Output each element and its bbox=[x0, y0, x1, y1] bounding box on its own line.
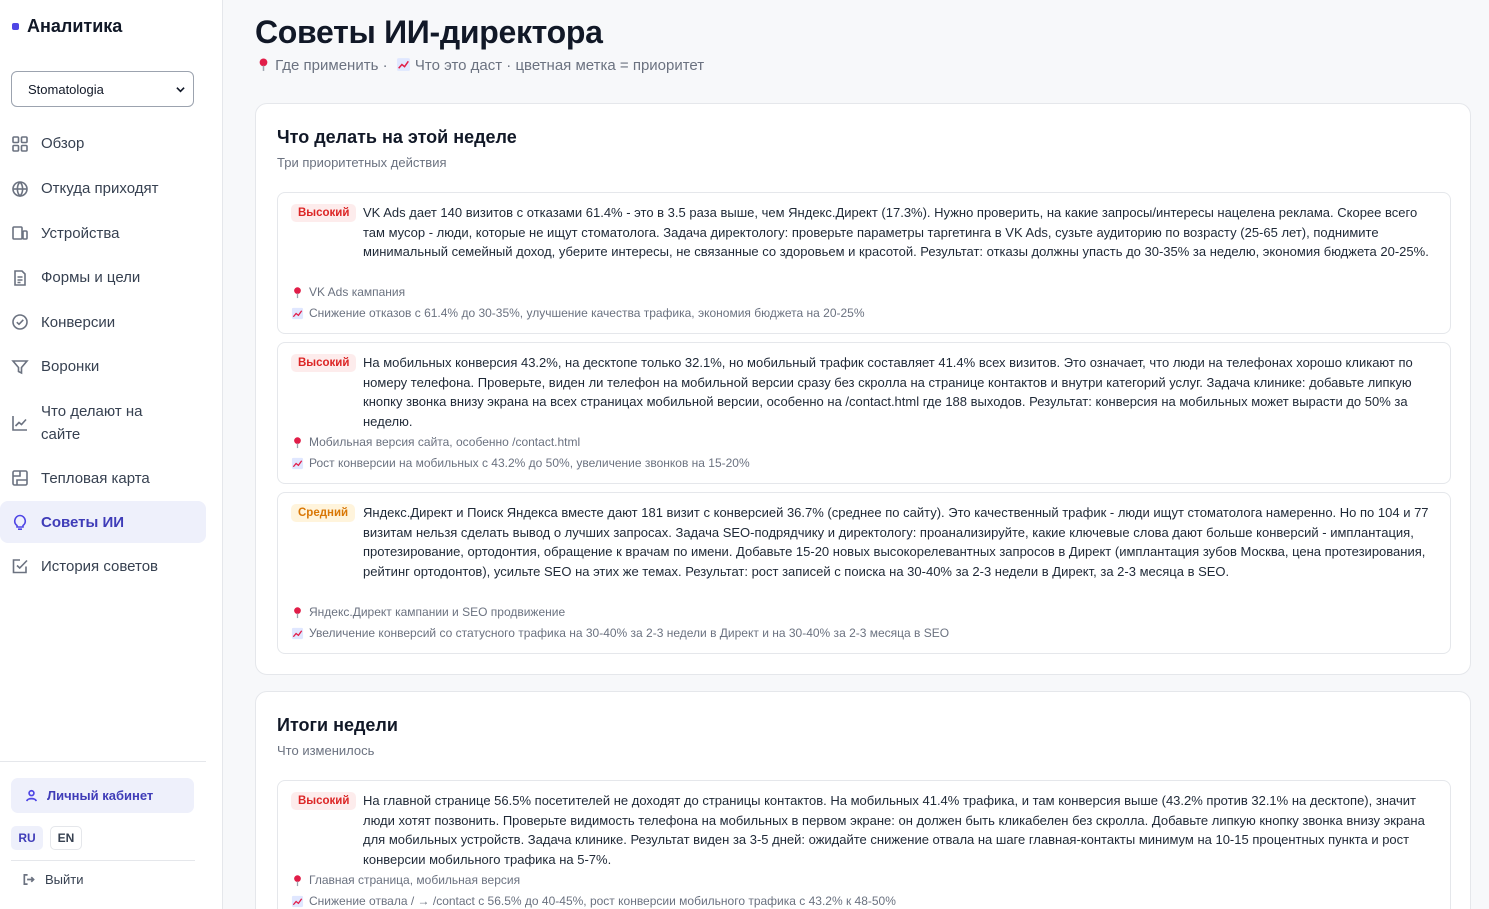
advice-where: Мобильная версия сайта, особенно /contac… bbox=[291, 435, 580, 449]
advice-item: Высокий VK Ads дает 140 визитов с отказа… bbox=[277, 192, 1451, 334]
pin-icon bbox=[259, 58, 268, 71]
page-title: Советы ИИ-директора bbox=[255, 14, 603, 50]
advice-where-text: Главная страница, мобильная версия bbox=[309, 873, 521, 887]
advice-text: На главной странице 56.5% посетителей не… bbox=[363, 793, 1425, 867]
chevron-down-icon bbox=[176, 86, 185, 92]
sidebar-item-label: Конверсии bbox=[41, 313, 116, 331]
brand-dot-icon bbox=[12, 22, 19, 30]
advice-effect: Увеличение конверсий со статусного трафи… bbox=[291, 626, 949, 640]
project-select-value: Stomatologia bbox=[28, 81, 104, 97]
personal-cabinet-button[interactable]: Личный кабинет bbox=[11, 778, 194, 813]
priority-badge: Высокий bbox=[291, 204, 357, 222]
advice-item: Средний Яндекс.Директ и Поиск Яндекса вм… bbox=[277, 492, 1451, 654]
funnel-icon bbox=[11, 358, 29, 376]
pin-icon bbox=[294, 606, 301, 618]
project-select[interactable]: Stomatologia bbox=[11, 71, 194, 107]
trend-chart-icon bbox=[291, 895, 304, 907]
logout-label: Выйти bbox=[45, 871, 84, 887]
advice-effect-text: Снижение отказов с 61.4% до 30-35%, улуч… bbox=[309, 306, 865, 320]
sidebar-item-funnels[interactable]: Воронки bbox=[0, 344, 206, 389]
globe-icon bbox=[11, 180, 29, 198]
advice-item: Высокий На главной странице 56.5% посети… bbox=[277, 780, 1451, 909]
logout-button[interactable]: Выйти bbox=[22, 869, 84, 889]
advice-effect-text: Снижение отвала / → /contact с 56.5% до … bbox=[309, 894, 896, 908]
advice-text: VK Ads дает 140 визитов с отказами 61.4%… bbox=[363, 205, 1429, 259]
pin-icon bbox=[294, 286, 301, 298]
advice-where: VK Ads кампания bbox=[291, 285, 405, 299]
page-subtitle: Где применить · Что это даст · цветная м… bbox=[256, 57, 704, 74]
sidebar-nav: Обзор Откуда приходят Устройства Формы и… bbox=[0, 121, 223, 589]
sidebar: Аналитика Stomatologia Обзор Откуда прих… bbox=[0, 0, 223, 909]
advice-effect-text: Увеличение конверсий со статусного трафи… bbox=[309, 626, 950, 640]
sidebar-item-sources[interactable]: Откуда приходят bbox=[0, 166, 206, 211]
sidebar-item-label: Формы и цели bbox=[41, 269, 141, 286]
advice-effect: Снижение отвала / → /contact с 56.5% до … bbox=[291, 894, 896, 908]
sidebar-item-behavior[interactable]: Что делают на сайте bbox=[0, 389, 206, 456]
advice-effect: Рост конверсии на мобильных с 43.2% до 5… bbox=[291, 456, 750, 470]
app-title: Аналитика bbox=[27, 15, 123, 36]
card-subtitle: Что изменилось bbox=[277, 743, 375, 758]
priority-badge: Высокий bbox=[291, 792, 357, 810]
priority-badge: Высокий bbox=[291, 354, 357, 372]
week-summary-card: Итоги недели Что изменилось Высокий На г… bbox=[255, 691, 1471, 909]
sidebar-item-tips-history[interactable]: История советов bbox=[0, 543, 206, 589]
advice-effect-text: Рост конверсии на мобильных с 43.2% до 5… bbox=[309, 456, 750, 470]
sidebar-item-ai-tips[interactable]: Советы ИИ bbox=[0, 501, 206, 543]
logout-icon bbox=[23, 873, 35, 885]
advice-where-text: VK Ads кампания bbox=[309, 285, 406, 299]
advice-where-text: Мобильная версия сайта, особенно /contac… bbox=[309, 435, 581, 449]
advice-where: Главная страница, мобильная версия bbox=[291, 873, 520, 887]
advice-item: Высокий На мобильных конверсия 43.2%, на… bbox=[277, 342, 1451, 484]
sidebar-divider bbox=[11, 860, 195, 861]
sidebar-item-label: Что делают на сайте bbox=[41, 402, 143, 443]
user-icon bbox=[26, 789, 37, 802]
sidebar-item-label: Устройства bbox=[41, 224, 120, 242]
sidebar-item-overview[interactable]: Обзор bbox=[0, 121, 206, 166]
activity-chart-icon bbox=[11, 414, 29, 432]
sidebar-item-devices[interactable]: Устройства bbox=[0, 211, 206, 255]
subtitle-where: Где применить · bbox=[275, 57, 388, 74]
history-check-icon bbox=[11, 557, 29, 575]
lightbulb-icon bbox=[11, 513, 29, 531]
sidebar-item-label: Обзор bbox=[41, 135, 85, 152]
brand: Аналитика bbox=[12, 14, 122, 38]
personal-cabinet-label: Личный кабинет bbox=[47, 788, 154, 803]
advice-where: Яндекс.Директ кампании и SEO продвижение bbox=[291, 605, 565, 619]
trend-chart-icon bbox=[291, 627, 304, 639]
sidebar-divider bbox=[0, 761, 206, 762]
card-title: Итоги недели bbox=[277, 715, 398, 735]
check-circle-icon bbox=[11, 313, 29, 331]
heatmap-icon bbox=[11, 469, 29, 487]
card-subtitle: Три приоритетных действия bbox=[277, 155, 447, 170]
sidebar-item-label: Советы ИИ bbox=[41, 513, 125, 531]
advice-text: На мобильных конверсия 43.2%, на десктоп… bbox=[363, 355, 1413, 429]
advice-where-text: Яндекс.Директ кампании и SEO продвижение bbox=[309, 605, 566, 619]
card-title: Что делать на этой неделе bbox=[277, 127, 517, 147]
trend-chart-icon bbox=[291, 307, 304, 319]
sidebar-item-heatmap[interactable]: Тепловая карта bbox=[0, 456, 206, 500]
sidebar-item-label: Откуда приходят bbox=[41, 180, 159, 197]
devices-icon bbox=[11, 224, 29, 242]
lang-ru-button[interactable]: RU bbox=[11, 826, 43, 850]
document-icon bbox=[11, 269, 29, 287]
subtitle-what: Что это даст · цветная метка = приоритет bbox=[414, 57, 705, 74]
sidebar-item-label: Тепловая карта bbox=[41, 469, 150, 487]
sidebar-item-label: Воронки bbox=[41, 358, 100, 375]
sidebar-item-forms[interactable]: Формы и цели bbox=[0, 255, 206, 300]
trend-chart-icon bbox=[396, 58, 410, 71]
pin-icon bbox=[294, 436, 301, 448]
sidebar-item-conversions[interactable]: Конверсии bbox=[0, 300, 206, 344]
trend-chart-icon bbox=[291, 457, 304, 469]
priority-badge: Средний bbox=[291, 504, 356, 522]
advice-text: Яндекс.Директ и Поиск Яндекса вместе даю… bbox=[363, 505, 1429, 579]
grid-icon bbox=[11, 135, 29, 153]
lang-en-button[interactable]: EN bbox=[50, 826, 82, 850]
advice-effect: Снижение отказов с 61.4% до 30-35%, улуч… bbox=[291, 306, 865, 320]
week-actions-card: Что делать на этой неделе Три приоритетн… bbox=[255, 103, 1471, 675]
pin-icon bbox=[294, 874, 301, 886]
sidebar-item-label: История советов bbox=[41, 557, 159, 575]
